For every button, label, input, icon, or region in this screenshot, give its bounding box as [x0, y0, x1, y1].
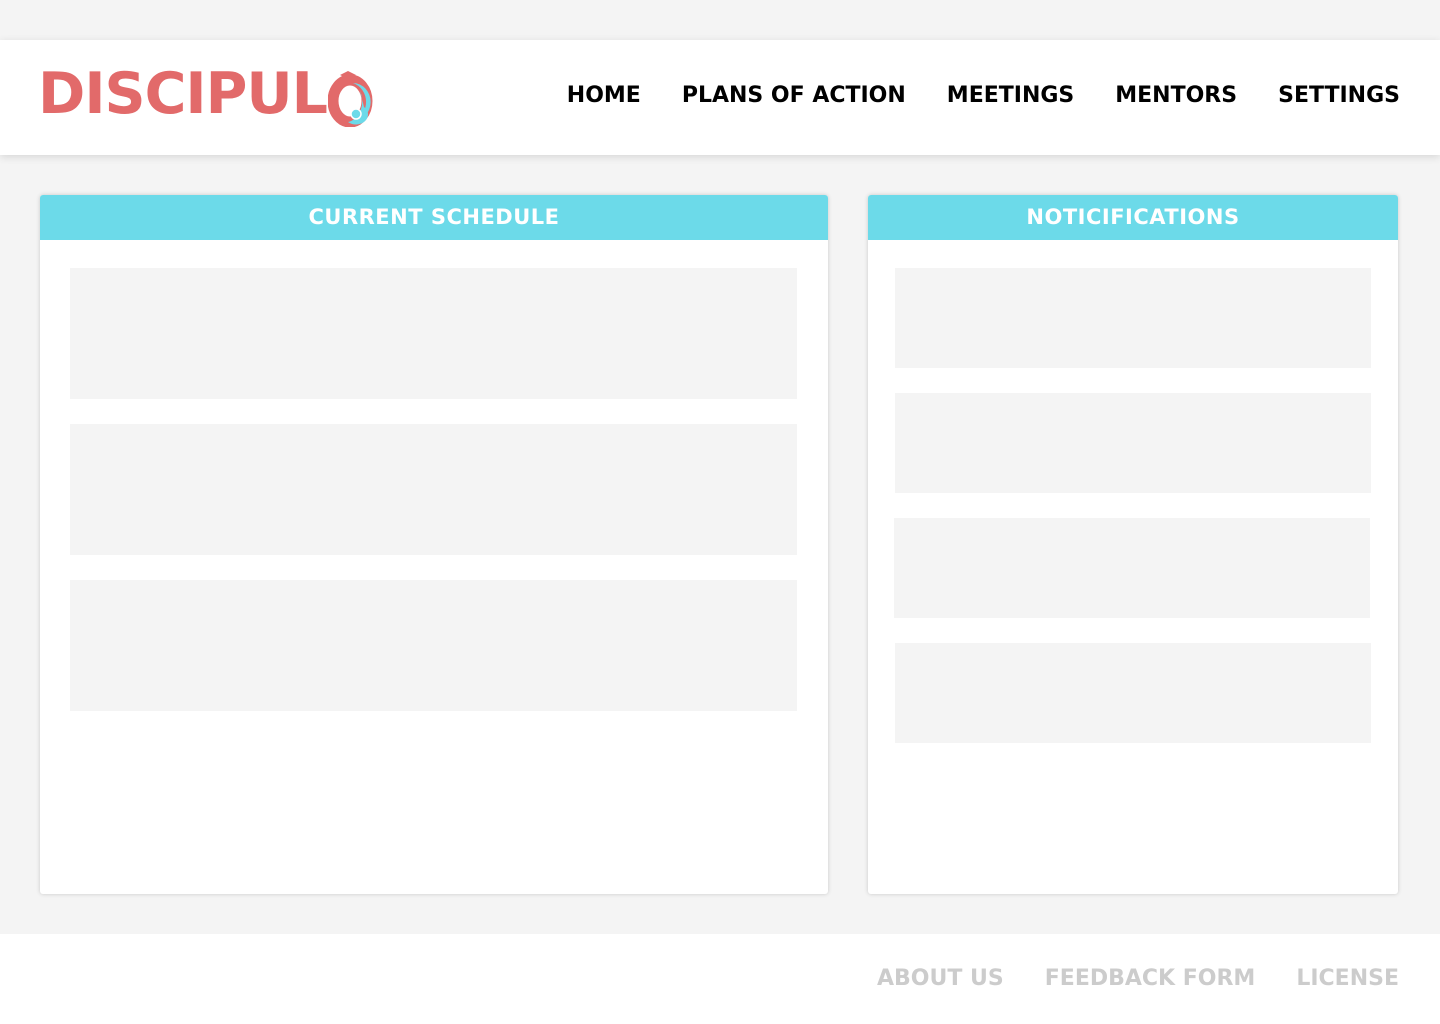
nav-home[interactable]: HOME: [567, 81, 641, 111]
current-schedule-panel: CURRENT SCHEDULE: [40, 195, 828, 894]
nav-plans-of-action[interactable]: PLANS OF ACTION: [682, 81, 906, 111]
notifications-panel: NOTICIFICATIONS: [868, 195, 1398, 894]
notification-item[interactable]: [895, 643, 1371, 743]
notification-item[interactable]: [894, 518, 1370, 618]
nav-mentors[interactable]: MENTORS: [1115, 81, 1237, 111]
nav-settings[interactable]: SETTINGS: [1278, 81, 1400, 111]
page-footer: ABOUT US FEEDBACK FORM LICENSE: [0, 934, 1440, 1024]
notifications-title: NOTICIFICATIONS: [868, 195, 1398, 240]
graduation-cap-o-icon: [328, 71, 373, 127]
schedule-item[interactable]: [70, 580, 797, 711]
current-schedule-title: CURRENT SCHEDULE: [40, 195, 828, 240]
footer-links: ABOUT US FEEDBACK FORM LICENSE: [877, 964, 1399, 994]
notification-item[interactable]: [895, 393, 1371, 493]
discipulo-logo[interactable]: DISCIPUL: [38, 61, 376, 127]
schedule-item[interactable]: [70, 424, 797, 555]
schedule-item[interactable]: [70, 268, 797, 399]
logo-wordmark: DISCIPUL: [38, 61, 328, 127]
footer-link-license[interactable]: LICENSE: [1296, 964, 1399, 994]
nav-meetings[interactable]: MEETINGS: [947, 81, 1074, 111]
main-nav: HOME PLANS OF ACTION MEETINGS MENTORS SE…: [567, 81, 1400, 111]
notification-item[interactable]: [895, 268, 1371, 368]
footer-link-about-us[interactable]: ABOUT US: [877, 964, 1004, 994]
top-header: DISCIPUL HOME PLANS OF ACTION MEETINGS M…: [0, 40, 1440, 155]
footer-link-feedback-form[interactable]: FEEDBACK FORM: [1045, 964, 1256, 994]
